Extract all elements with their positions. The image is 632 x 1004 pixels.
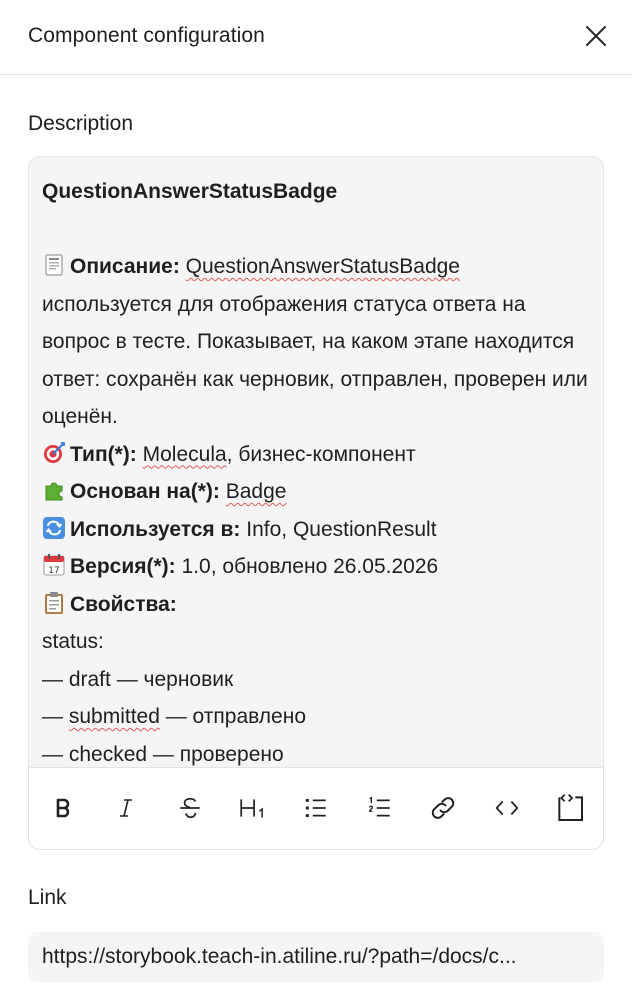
component-config-panel: Component configuration Description Ques… (0, 0, 632, 1004)
italic-button[interactable] (108, 790, 144, 826)
prop-checked: — checked — проверено (42, 742, 284, 766)
desc-label: Описание: (70, 255, 180, 278)
bullet-list-button[interactable] (298, 790, 334, 826)
panel-header: Component configuration (0, 0, 632, 75)
based-line: Основан на(*): Badge (42, 473, 590, 511)
editor-toolbar (29, 767, 603, 849)
used-line: Используется в: Info, QuestionResult (42, 511, 590, 549)
prop-submitted-dash: — (42, 705, 69, 728)
type-value-a: Molecula (142, 442, 227, 466)
strikethrough-icon (180, 797, 200, 819)
heading1-icon (240, 799, 263, 818)
based-label: Основан на(*): (70, 480, 220, 503)
heading1-button[interactable] (235, 790, 271, 826)
link-field[interactable]: https://storybook.teach-in.atiline.ru/?p… (28, 932, 604, 982)
link-label: Link (28, 886, 67, 909)
ordered-list-icon (369, 796, 390, 817)
code-block-icon (558, 794, 583, 821)
component-title: QuestionAnswerStatusBadge (42, 180, 338, 203)
code-icon (495, 800, 519, 816)
prop-submitted: — submitted — отправлено (42, 698, 590, 736)
editor-content[interactable]: QuestionAnswerStatusBadge Описание: Ques… (29, 157, 603, 767)
clipboard-icon (45, 591, 63, 614)
ordered-list-button[interactable] (362, 790, 398, 826)
version-line: 17 Версия(*): 1.0, обновлено 26.05.2026 (42, 548, 590, 586)
document-icon (45, 254, 63, 276)
prop-submitted-text: — отправлено (159, 705, 307, 728)
description-paragraph: Описание: QuestionAnswerStatusBadge испо… (42, 248, 590, 436)
code-block-button[interactable] (552, 790, 588, 826)
panel-title: Component configuration (28, 24, 265, 47)
type-line: Тип(*): Molecula, бизнес-компонент (42, 436, 590, 474)
bold-button[interactable] (45, 790, 81, 826)
props-status: status: (42, 630, 104, 653)
based-value: Badge (225, 480, 287, 503)
italic-icon (120, 799, 132, 817)
prop-submitted-key: submitted (68, 705, 160, 728)
props-line: Свойства: (42, 586, 590, 624)
target-icon (44, 441, 65, 463)
code-button[interactable] (489, 790, 525, 826)
calendar-icon: 17 (43, 554, 65, 576)
bullet-list-icon (305, 798, 326, 818)
bold-icon (56, 798, 70, 818)
svg-text:17: 17 (48, 566, 59, 576)
description-label: Description (28, 112, 134, 135)
desc-text: используется для отображения статуса отв… (42, 292, 588, 429)
link-icon (431, 797, 455, 819)
strikethrough-button[interactable] (172, 790, 208, 826)
version-label: Версия(*): (70, 555, 176, 578)
props-label: Свойства: (70, 592, 177, 616)
used-value: Info, QuestionResult (246, 517, 437, 541)
prop-draft: — draft — черновик (42, 667, 234, 691)
type-value-b: , бизнес-компонент (226, 442, 416, 466)
version-value: 1.0, обновлено 26.05.2026 (181, 555, 439, 578)
description-editor[interactable]: QuestionAnswerStatusBadge Описание: Ques… (28, 156, 604, 850)
repeat-icon (43, 516, 65, 539)
desc-name: QuestionAnswerStatusBadge (185, 255, 460, 278)
link-button[interactable] (425, 790, 461, 826)
close-button[interactable] (580, 20, 612, 52)
type-label: Тип(*): (70, 442, 137, 466)
puzzle-icon (45, 482, 63, 501)
used-label: Используется в: (70, 517, 241, 541)
close-icon (586, 26, 606, 46)
